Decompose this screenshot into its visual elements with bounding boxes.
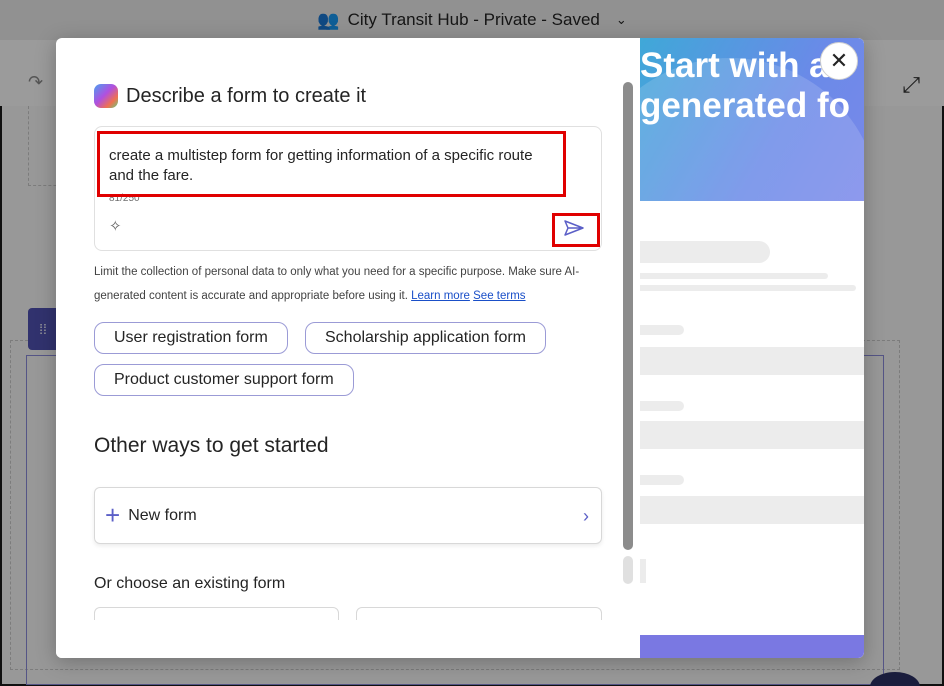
preview-bar [640, 325, 684, 335]
suggestion-product-support[interactable]: Product customer support form [94, 364, 354, 396]
plus-icon: + [105, 500, 121, 530]
preview-bar [640, 241, 770, 263]
preview-bar [640, 401, 684, 411]
send-highlight [552, 213, 600, 247]
new-form-button[interactable]: + New form › [94, 487, 602, 544]
suggestion-scholarship-application[interactable]: Scholarship application form [305, 322, 546, 354]
learn-more-link[interactable]: Learn more [411, 290, 470, 302]
chevron-right-icon: › [583, 506, 589, 526]
promo-pane: Start with an generated fo [640, 38, 864, 658]
dialog-title: Describe a form to create it [126, 84, 367, 107]
dialog-left-pane: Describe a form to create it create a mu… [56, 38, 640, 658]
preview-field [640, 496, 864, 524]
scroll-fade [56, 620, 640, 658]
see-terms-link[interactable]: See terms [473, 290, 525, 302]
close-icon: ✕ [829, 48, 849, 73]
existing-form-heading: Or choose an existing form [94, 575, 286, 592]
preview-bar [640, 559, 646, 583]
preview-bar [640, 273, 828, 279]
prompt-highlight [97, 131, 566, 197]
dialog-heading: Describe a form to create it [94, 84, 366, 108]
preview-field [640, 347, 864, 375]
other-ways-heading: Other ways to get started [94, 434, 329, 457]
preview-field [640, 421, 864, 449]
close-button[interactable]: ✕ [820, 42, 858, 80]
preview-bar [640, 475, 684, 485]
scrollbar-thumb[interactable] [623, 82, 633, 550]
preview-bar [640, 285, 856, 291]
promo-footer-band [640, 635, 864, 658]
new-form-label: New form [128, 506, 197, 524]
suggestion-user-registration[interactable]: User registration form [94, 322, 288, 354]
sparkle-icon[interactable]: ✧ [109, 217, 122, 235]
form-preview-illustration [640, 201, 864, 635]
create-form-dialog: Describe a form to create it create a mu… [56, 38, 864, 658]
copilot-icon [94, 84, 118, 108]
scrollbar-track[interactable] [623, 556, 633, 584]
ai-disclaimer: Limit the collection of personal data to… [94, 260, 594, 308]
